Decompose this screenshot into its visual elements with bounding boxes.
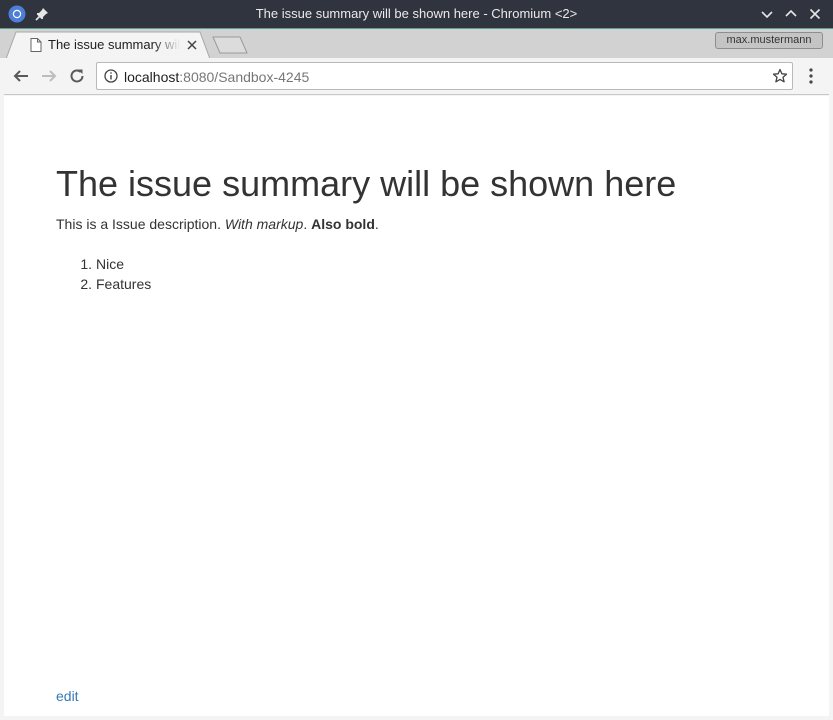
url-path: :8080/Sandbox-4245 [179,69,310,85]
menu-kebab-icon[interactable] [806,67,816,85]
page-icon [30,38,42,52]
forward-arrow-icon[interactable] [40,67,58,85]
list-item-number: 2. [80,276,92,292]
tab-close-icon[interactable] [186,39,198,51]
maximize-icon[interactable] [783,6,799,22]
list-item-text: Features [96,276,152,292]
tab-active[interactable]: The issue summary will be shown here [6,31,210,59]
description-end: . [374,216,379,232]
description-list: 1. Nice 2. Features [56,256,356,296]
description-italic: With markup [224,216,304,232]
address-bar[interactable]: localhost:8080/Sandbox-4245 [96,62,793,90]
back-arrow-icon[interactable] [12,67,30,85]
browser-toolbar: localhost:8080/Sandbox-4245 [4,58,829,95]
edit-link[interactable]: edit [56,688,79,704]
tab-strip: The issue summary will be shown here max… [0,29,833,59]
page-content: The issue summary will be shown here Thi… [4,96,829,716]
info-icon[interactable] [104,69,118,83]
new-tab-button[interactable] [212,36,248,54]
window-title: The issue summary will be shown here - C… [255,6,578,21]
profile-button[interactable]: max.mustermann [715,32,823,49]
list-item: 1. Nice [56,256,356,276]
reload-icon[interactable] [68,67,86,85]
list-item-number: 1. [80,256,92,272]
list-item: 2. Features [56,276,356,296]
close-icon[interactable] [807,6,823,22]
description-plain: This is a Issue description. [56,216,225,232]
description-separator: . [303,216,312,232]
url-host: localhost [124,69,180,85]
minimize-icon[interactable] [759,6,775,22]
window-titlebar: The issue summary will be shown here - C… [0,0,833,28]
url-text[interactable]: localhost:8080/Sandbox-4245 [124,69,309,85]
issue-description: This is a Issue description. With markup… [56,216,379,232]
bookmark-star-icon[interactable] [772,68,788,84]
browser-window: The issue summary will be shown here - C… [0,0,833,720]
tab-title: The issue summary will be shown here [48,37,180,52]
list-item-text: Nice [96,256,125,272]
description-bold: Also bold [311,216,375,232]
issue-summary-heading: The issue summary will be shown here [56,163,677,204]
